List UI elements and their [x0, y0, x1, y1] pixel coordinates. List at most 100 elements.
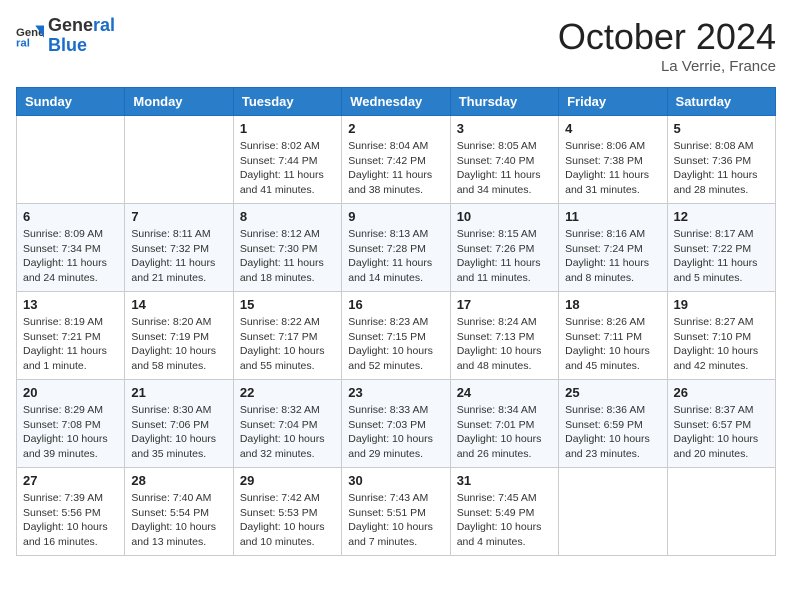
cell-day-number: 27 [23, 473, 118, 488]
calendar-cell: 9 Sunrise: 8:13 AMSunset: 7:28 PMDaylight… [342, 204, 450, 292]
cell-info: Sunrise: 8:32 AMSunset: 7:04 PMDaylight:… [240, 403, 335, 462]
cell-day-number: 9 [348, 209, 443, 224]
cell-day-number: 11 [565, 209, 660, 224]
calendar-cell: 23Sunrise: 8:33 AMSunset: 7:03 PMDayligh… [342, 380, 450, 468]
calendar-cell: 21Sunrise: 8:30 AMSunset: 7:06 PMDayligh… [125, 380, 233, 468]
cell-day-number: 24 [457, 385, 552, 400]
cell-info: Sunrise: 8:16 AMSunset: 7:24 PMDaylight:… [565, 227, 660, 286]
cell-info: Sunrise: 8:11 AMSunset: 7:32 PMDaylight:… [131, 227, 226, 286]
calendar-cell [125, 116, 233, 204]
cell-info: Sunrise: 7:45 AMSunset: 5:49 PMDaylight:… [457, 491, 552, 550]
calendar-cell: 25Sunrise: 8:36 AMSunset: 6:59 PMDayligh… [559, 380, 667, 468]
cell-info: Sunrise: 8:37 AMSunset: 6:57 PMDaylight:… [674, 403, 769, 462]
calendar-cell: 27 Sunrise: 7:39 AMSunset: 5:56 PMDayligh… [17, 468, 125, 556]
cell-day-number: 15 [240, 297, 335, 312]
calendar-cell: 29 Sunrise: 7:42 AMSunset: 5:53 PMDayligh… [233, 468, 341, 556]
cell-info: Sunrise: 8:29 AMSunset: 7:08 PMDaylight:… [23, 403, 118, 462]
cell-day-number: 23 [348, 385, 443, 400]
cell-day-number: 10 [457, 209, 552, 224]
cell-info: Sunrise: 8:17 AMSunset: 7:22 PMDaylight:… [674, 227, 769, 286]
calendar-cell [17, 116, 125, 204]
cell-info: Sunrise: 8:34 AMSunset: 7:01 PMDaylight:… [457, 403, 552, 462]
calendar-cell: 24 Sunrise: 8:34 AMSunset: 7:01 PMDayligh… [450, 380, 558, 468]
svg-text:ral: ral [16, 37, 30, 49]
cell-info: Sunrise: 8:19 AMSunset: 7:21 PMDaylight:… [23, 315, 118, 374]
calendar-cell: 3Sunrise: 8:05 AMSunset: 7:40 PMDaylight… [450, 116, 558, 204]
calendar-cell: 14Sunrise: 8:20 AMSunset: 7:19 PMDayligh… [125, 292, 233, 380]
cell-day-number: 21 [131, 385, 226, 400]
calendar-cell: 16 Sunrise: 8:23 AMSunset: 7:15 PMDayligh… [342, 292, 450, 380]
cell-day-number: 8 [240, 209, 335, 224]
cell-info: Sunrise: 8:27 AMSunset: 7:10 PMDaylight:… [674, 315, 769, 374]
cell-info: Sunrise: 8:24 AMSunset: 7:13 PMDaylight:… [457, 315, 552, 374]
cell-day-number: 16 [348, 297, 443, 312]
calendar-cell: 26 Sunrise: 8:37 AMSunset: 6:57 PMDayligh… [667, 380, 775, 468]
cell-day-number: 30 [348, 473, 443, 488]
cell-info: Sunrise: 7:43 AMSunset: 5:51 PMDaylight:… [348, 491, 443, 550]
calendar-cell: 5 Sunrise: 8:08 AMSunset: 7:36 PMDaylight… [667, 116, 775, 204]
calendar-cell: 11 Sunrise: 8:16 AMSunset: 7:24 PMDayligh… [559, 204, 667, 292]
cell-day-number: 20 [23, 385, 118, 400]
weekday-header-wednesday: Wednesday [342, 88, 450, 116]
calendar-cell: 22 Sunrise: 8:32 AMSunset: 7:04 PMDayligh… [233, 380, 341, 468]
calendar-cell [559, 468, 667, 556]
cell-info: Sunrise: 7:42 AMSunset: 5:53 PMDaylight:… [240, 491, 335, 550]
cell-info: Sunrise: 8:02 AMSunset: 7:44 PMDaylight:… [240, 139, 335, 198]
logo: Gene ral General Blue [16, 16, 115, 56]
cell-day-number: 7 [131, 209, 226, 224]
cell-day-number: 26 [674, 385, 769, 400]
calendar-cell: 20 Sunrise: 8:29 AMSunset: 7:08 PMDayligh… [17, 380, 125, 468]
cell-info: Sunrise: 8:12 AMSunset: 7:30 PMDaylight:… [240, 227, 335, 286]
cell-info: Sunrise: 7:40 AMSunset: 5:54 PMDaylight:… [131, 491, 226, 550]
location: La Verrie, France [558, 58, 776, 75]
cell-info: Sunrise: 8:23 AMSunset: 7:15 PMDaylight:… [348, 315, 443, 374]
calendar-cell: 15 Sunrise: 8:22 AMSunset: 7:17 PMDayligh… [233, 292, 341, 380]
cell-info: Sunrise: 7:39 AMSunset: 5:56 PMDaylight:… [23, 491, 118, 550]
weekday-header-saturday: Saturday [667, 88, 775, 116]
cell-day-number: 14 [131, 297, 226, 312]
weekday-header-row: SundayMondayTuesdayWednesdayThursdayFrid… [17, 88, 776, 116]
cell-info: Sunrise: 8:22 AMSunset: 7:17 PMDaylight:… [240, 315, 335, 374]
cell-day-number: 4 [565, 121, 660, 136]
logo-icon: Gene ral [16, 22, 44, 50]
calendar-cell: 31Sunrise: 7:45 AMSunset: 5:49 PMDayligh… [450, 468, 558, 556]
calendar-week-0: 1 Sunrise: 8:02 AMSunset: 7:44 PMDaylight… [17, 116, 776, 204]
calendar-week-2: 13Sunrise: 8:19 AMSunset: 7:21 PMDayligh… [17, 292, 776, 380]
cell-info: Sunrise: 8:13 AMSunset: 7:28 PMDaylight:… [348, 227, 443, 286]
cell-day-number: 22 [240, 385, 335, 400]
cell-info: Sunrise: 8:09 AMSunset: 7:34 PMDaylight:… [23, 227, 118, 286]
page-header: Gene ral General Blue October 2024 La Ve… [16, 16, 776, 75]
calendar-cell: 8 Sunrise: 8:12 AMSunset: 7:30 PMDaylight… [233, 204, 341, 292]
calendar-cell: 17 Sunrise: 8:24 AMSunset: 7:13 PMDayligh… [450, 292, 558, 380]
cell-day-number: 2 [348, 121, 443, 136]
calendar-cell: 12Sunrise: 8:17 AMSunset: 7:22 PMDayligh… [667, 204, 775, 292]
logo-text: General Blue [48, 16, 115, 56]
calendar-cell: 19 Sunrise: 8:27 AMSunset: 7:10 PMDayligh… [667, 292, 775, 380]
cell-day-number: 28 [131, 473, 226, 488]
cell-day-number: 19 [674, 297, 769, 312]
weekday-header-tuesday: Tuesday [233, 88, 341, 116]
cell-day-number: 1 [240, 121, 335, 136]
cell-day-number: 17 [457, 297, 552, 312]
calendar-week-3: 20 Sunrise: 8:29 AMSunset: 7:08 PMDayligh… [17, 380, 776, 468]
cell-day-number: 25 [565, 385, 660, 400]
month-title: October 2024 [558, 16, 776, 58]
calendar-cell: 18Sunrise: 8:26 AMSunset: 7:11 PMDayligh… [559, 292, 667, 380]
cell-day-number: 18 [565, 297, 660, 312]
cell-info: Sunrise: 8:15 AMSunset: 7:26 PMDaylight:… [457, 227, 552, 286]
cell-day-number: 5 [674, 121, 769, 136]
cell-info: Sunrise: 8:08 AMSunset: 7:36 PMDaylight:… [674, 139, 769, 198]
calendar-cell: 1 Sunrise: 8:02 AMSunset: 7:44 PMDaylight… [233, 116, 341, 204]
title-block: October 2024 La Verrie, France [558, 16, 776, 75]
calendar-cell: 30 Sunrise: 7:43 AMSunset: 5:51 PMDayligh… [342, 468, 450, 556]
weekday-header-friday: Friday [559, 88, 667, 116]
calendar-week-4: 27 Sunrise: 7:39 AMSunset: 5:56 PMDayligh… [17, 468, 776, 556]
calendar: SundayMondayTuesdayWednesdayThursdayFrid… [16, 87, 776, 556]
calendar-week-1: 6Sunrise: 8:09 AMSunset: 7:34 PMDaylight… [17, 204, 776, 292]
cell-day-number: 29 [240, 473, 335, 488]
calendar-cell: 7 Sunrise: 8:11 AMSunset: 7:32 PMDaylight… [125, 204, 233, 292]
cell-info: Sunrise: 8:06 AMSunset: 7:38 PMDaylight:… [565, 139, 660, 198]
cell-day-number: 3 [457, 121, 552, 136]
calendar-cell: 4 Sunrise: 8:06 AMSunset: 7:38 PMDaylight… [559, 116, 667, 204]
cell-info: Sunrise: 8:04 AMSunset: 7:42 PMDaylight:… [348, 139, 443, 198]
